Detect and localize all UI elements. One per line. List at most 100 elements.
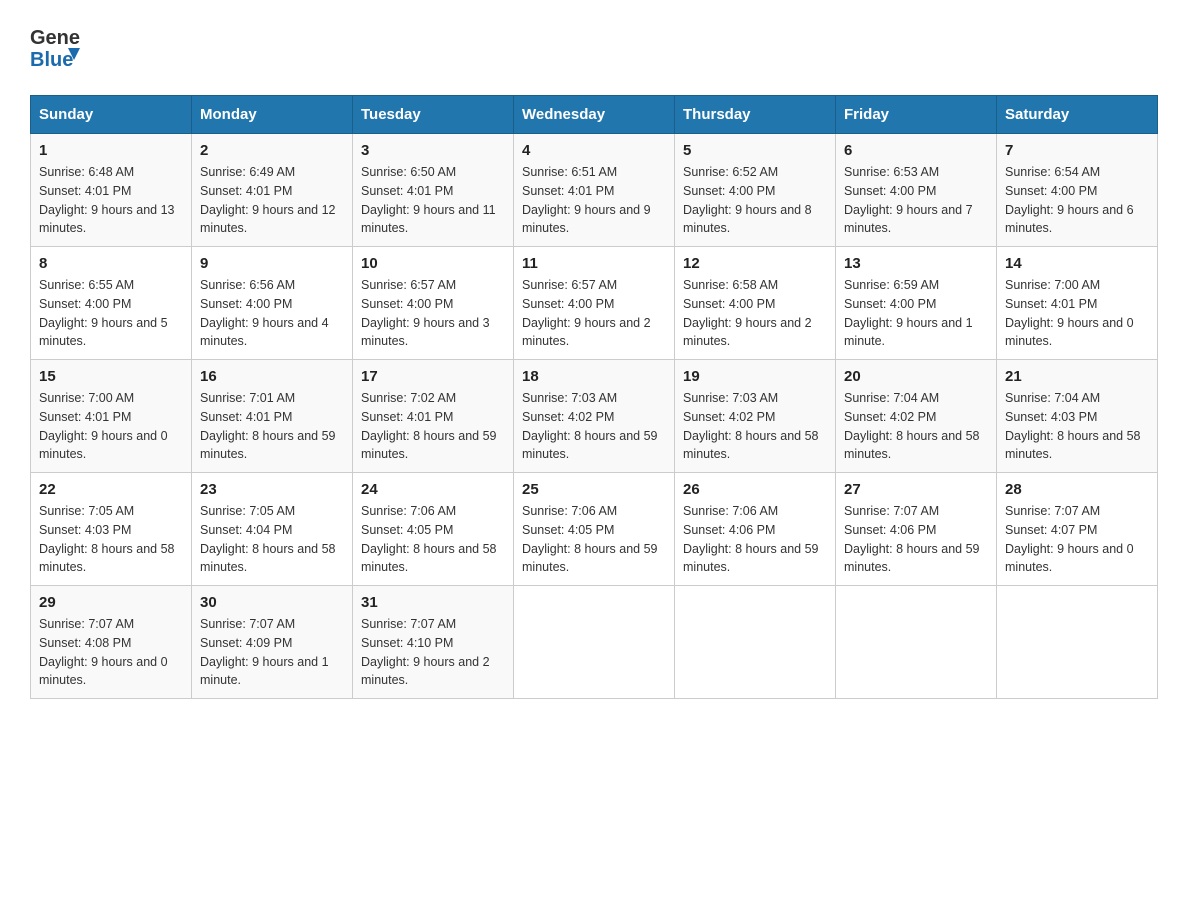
calendar-cell: 20 Sunrise: 7:04 AM Sunset: 4:02 PM Dayl… xyxy=(836,360,997,473)
day-number: 11 xyxy=(522,255,666,272)
day-info: Sunrise: 6:49 AM Sunset: 4:01 PM Dayligh… xyxy=(200,163,344,238)
day-number: 19 xyxy=(683,368,827,385)
calendar-cell: 12 Sunrise: 6:58 AM Sunset: 4:00 PM Dayl… xyxy=(675,247,836,360)
day-info: Sunrise: 6:57 AM Sunset: 4:00 PM Dayligh… xyxy=(361,276,505,351)
day-info: Sunrise: 7:02 AM Sunset: 4:01 PM Dayligh… xyxy=(361,389,505,464)
column-header-friday: Friday xyxy=(836,96,997,134)
day-info: Sunrise: 6:52 AM Sunset: 4:00 PM Dayligh… xyxy=(683,163,827,238)
calendar-cell: 7 Sunrise: 6:54 AM Sunset: 4:00 PM Dayli… xyxy=(997,134,1158,247)
day-number: 3 xyxy=(361,142,505,159)
calendar-cell: 28 Sunrise: 7:07 AM Sunset: 4:07 PM Dayl… xyxy=(997,473,1158,586)
calendar-cell: 9 Sunrise: 6:56 AM Sunset: 4:00 PM Dayli… xyxy=(192,247,353,360)
day-info: Sunrise: 7:07 AM Sunset: 4:07 PM Dayligh… xyxy=(1005,502,1149,577)
column-header-sunday: Sunday xyxy=(31,96,192,134)
day-info: Sunrise: 6:59 AM Sunset: 4:00 PM Dayligh… xyxy=(844,276,988,351)
day-info: Sunrise: 7:04 AM Sunset: 4:02 PM Dayligh… xyxy=(844,389,988,464)
calendar-cell: 27 Sunrise: 7:07 AM Sunset: 4:06 PM Dayl… xyxy=(836,473,997,586)
column-header-thursday: Thursday xyxy=(675,96,836,134)
day-number: 4 xyxy=(522,142,666,159)
day-number: 12 xyxy=(683,255,827,272)
day-number: 20 xyxy=(844,368,988,385)
day-info: Sunrise: 6:51 AM Sunset: 4:01 PM Dayligh… xyxy=(522,163,666,238)
calendar-cell: 3 Sunrise: 6:50 AM Sunset: 4:01 PM Dayli… xyxy=(353,134,514,247)
day-info: Sunrise: 6:53 AM Sunset: 4:00 PM Dayligh… xyxy=(844,163,988,238)
day-info: Sunrise: 6:48 AM Sunset: 4:01 PM Dayligh… xyxy=(39,163,183,238)
day-number: 9 xyxy=(200,255,344,272)
day-info: Sunrise: 7:04 AM Sunset: 4:03 PM Dayligh… xyxy=(1005,389,1149,464)
calendar-cell: 22 Sunrise: 7:05 AM Sunset: 4:03 PM Dayl… xyxy=(31,473,192,586)
calendar-cell: 31 Sunrise: 7:07 AM Sunset: 4:10 PM Dayl… xyxy=(353,586,514,699)
day-number: 23 xyxy=(200,481,344,498)
day-info: Sunrise: 6:57 AM Sunset: 4:00 PM Dayligh… xyxy=(522,276,666,351)
day-info: Sunrise: 7:06 AM Sunset: 4:05 PM Dayligh… xyxy=(522,502,666,577)
calendar-cell: 30 Sunrise: 7:07 AM Sunset: 4:09 PM Dayl… xyxy=(192,586,353,699)
calendar-table: SundayMondayTuesdayWednesdayThursdayFrid… xyxy=(30,95,1158,699)
day-number: 29 xyxy=(39,594,183,611)
day-info: Sunrise: 6:50 AM Sunset: 4:01 PM Dayligh… xyxy=(361,163,505,238)
logo-icon: General Blue xyxy=(30,20,80,75)
day-number: 30 xyxy=(200,594,344,611)
day-info: Sunrise: 7:05 AM Sunset: 4:03 PM Dayligh… xyxy=(39,502,183,577)
calendar-cell: 6 Sunrise: 6:53 AM Sunset: 4:00 PM Dayli… xyxy=(836,134,997,247)
day-info: Sunrise: 7:06 AM Sunset: 4:05 PM Dayligh… xyxy=(361,502,505,577)
calendar-cell: 13 Sunrise: 6:59 AM Sunset: 4:00 PM Dayl… xyxy=(836,247,997,360)
calendar-cell: 8 Sunrise: 6:55 AM Sunset: 4:00 PM Dayli… xyxy=(31,247,192,360)
calendar-cell xyxy=(997,586,1158,699)
day-number: 25 xyxy=(522,481,666,498)
day-number: 14 xyxy=(1005,255,1149,272)
day-info: Sunrise: 7:07 AM Sunset: 4:09 PM Dayligh… xyxy=(200,615,344,690)
week-row: 29 Sunrise: 7:07 AM Sunset: 4:08 PM Dayl… xyxy=(31,586,1158,699)
calendar-cell: 29 Sunrise: 7:07 AM Sunset: 4:08 PM Dayl… xyxy=(31,586,192,699)
day-number: 21 xyxy=(1005,368,1149,385)
day-info: Sunrise: 7:03 AM Sunset: 4:02 PM Dayligh… xyxy=(522,389,666,464)
day-number: 13 xyxy=(844,255,988,272)
day-info: Sunrise: 6:58 AM Sunset: 4:00 PM Dayligh… xyxy=(683,276,827,351)
column-header-monday: Monday xyxy=(192,96,353,134)
calendar-cell xyxy=(514,586,675,699)
calendar-cell: 17 Sunrise: 7:02 AM Sunset: 4:01 PM Dayl… xyxy=(353,360,514,473)
calendar-cell: 14 Sunrise: 7:00 AM Sunset: 4:01 PM Dayl… xyxy=(997,247,1158,360)
calendar-cell: 4 Sunrise: 6:51 AM Sunset: 4:01 PM Dayli… xyxy=(514,134,675,247)
day-info: Sunrise: 6:55 AM Sunset: 4:00 PM Dayligh… xyxy=(39,276,183,351)
day-number: 27 xyxy=(844,481,988,498)
day-number: 15 xyxy=(39,368,183,385)
day-info: Sunrise: 7:00 AM Sunset: 4:01 PM Dayligh… xyxy=(1005,276,1149,351)
calendar-cell: 25 Sunrise: 7:06 AM Sunset: 4:05 PM Dayl… xyxy=(514,473,675,586)
calendar-cell: 10 Sunrise: 6:57 AM Sunset: 4:00 PM Dayl… xyxy=(353,247,514,360)
day-number: 17 xyxy=(361,368,505,385)
day-info: Sunrise: 6:56 AM Sunset: 4:00 PM Dayligh… xyxy=(200,276,344,351)
day-number: 2 xyxy=(200,142,344,159)
page-header: General Blue xyxy=(30,20,1158,75)
column-header-wednesday: Wednesday xyxy=(514,96,675,134)
header-row: SundayMondayTuesdayWednesdayThursdayFrid… xyxy=(31,96,1158,134)
week-row: 1 Sunrise: 6:48 AM Sunset: 4:01 PM Dayli… xyxy=(31,134,1158,247)
calendar-cell: 18 Sunrise: 7:03 AM Sunset: 4:02 PM Dayl… xyxy=(514,360,675,473)
week-row: 22 Sunrise: 7:05 AM Sunset: 4:03 PM Dayl… xyxy=(31,473,1158,586)
day-number: 7 xyxy=(1005,142,1149,159)
day-number: 6 xyxy=(844,142,988,159)
day-info: Sunrise: 7:06 AM Sunset: 4:06 PM Dayligh… xyxy=(683,502,827,577)
day-info: Sunrise: 7:05 AM Sunset: 4:04 PM Dayligh… xyxy=(200,502,344,577)
day-number: 10 xyxy=(361,255,505,272)
svg-text:General: General xyxy=(30,27,80,49)
calendar-cell: 26 Sunrise: 7:06 AM Sunset: 4:06 PM Dayl… xyxy=(675,473,836,586)
day-info: Sunrise: 7:07 AM Sunset: 4:06 PM Dayligh… xyxy=(844,502,988,577)
day-number: 16 xyxy=(200,368,344,385)
svg-text:Blue: Blue xyxy=(30,49,73,71)
day-number: 22 xyxy=(39,481,183,498)
calendar-cell: 11 Sunrise: 6:57 AM Sunset: 4:00 PM Dayl… xyxy=(514,247,675,360)
day-number: 28 xyxy=(1005,481,1149,498)
day-number: 5 xyxy=(683,142,827,159)
day-number: 8 xyxy=(39,255,183,272)
calendar-cell xyxy=(836,586,997,699)
week-row: 15 Sunrise: 7:00 AM Sunset: 4:01 PM Dayl… xyxy=(31,360,1158,473)
day-info: Sunrise: 6:54 AM Sunset: 4:00 PM Dayligh… xyxy=(1005,163,1149,238)
calendar-cell: 23 Sunrise: 7:05 AM Sunset: 4:04 PM Dayl… xyxy=(192,473,353,586)
calendar-cell: 1 Sunrise: 6:48 AM Sunset: 4:01 PM Dayli… xyxy=(31,134,192,247)
calendar-cell xyxy=(675,586,836,699)
logo: General Blue xyxy=(30,20,80,75)
calendar-cell: 16 Sunrise: 7:01 AM Sunset: 4:01 PM Dayl… xyxy=(192,360,353,473)
calendar-cell: 24 Sunrise: 7:06 AM Sunset: 4:05 PM Dayl… xyxy=(353,473,514,586)
calendar-cell: 15 Sunrise: 7:00 AM Sunset: 4:01 PM Dayl… xyxy=(31,360,192,473)
day-info: Sunrise: 7:07 AM Sunset: 4:08 PM Dayligh… xyxy=(39,615,183,690)
